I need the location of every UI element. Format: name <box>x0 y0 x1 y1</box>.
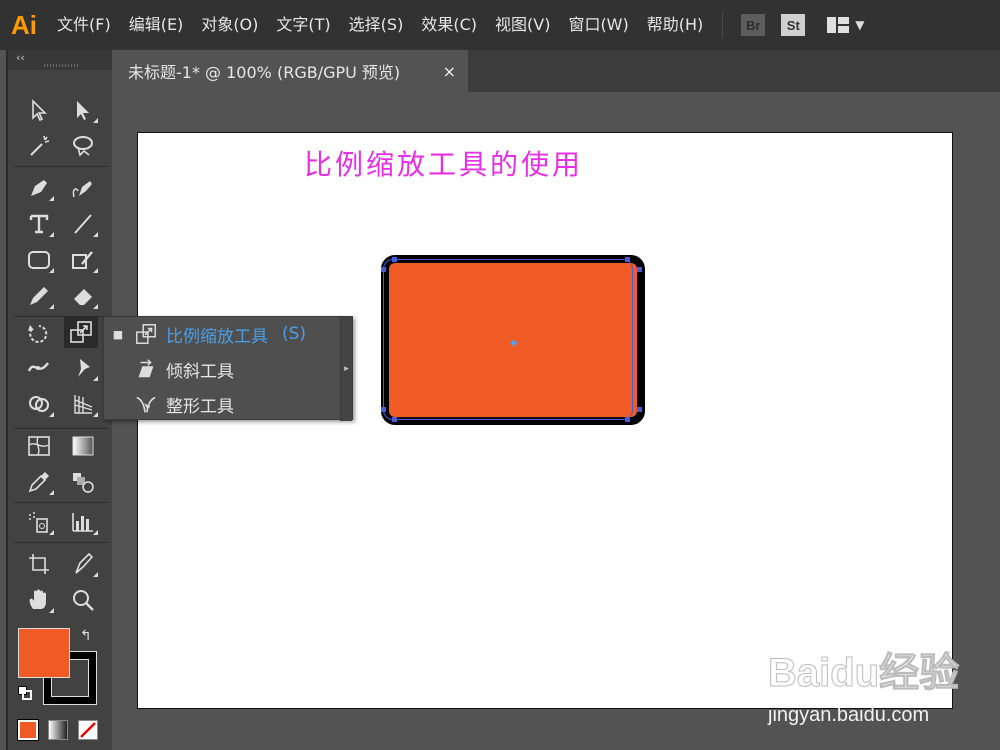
perspective-grid-tool[interactable] <box>66 388 100 420</box>
none-mode-button[interactable] <box>78 720 98 740</box>
anchor-handle[interactable] <box>381 407 386 412</box>
document-tab[interactable]: 未标题-1* @ 100% (RGB/GPU 预览) × <box>114 50 468 92</box>
flyout-item-label: 比例缩放工具 <box>166 326 268 347</box>
eyedropper-tool[interactable] <box>22 466 56 498</box>
scale-tool-flyout: ■ 比例缩放工具 (S) 倾斜工具 整形工具 ▸ <box>103 316 353 421</box>
workspace-icon <box>827 17 850 33</box>
anchor-handle[interactable] <box>637 267 642 272</box>
default-colors-icon[interactable] <box>18 686 32 700</box>
fill-color-swatch[interactable] <box>18 628 70 678</box>
workspace-switcher[interactable]: ▼ <box>827 17 865 33</box>
document-tab-label: 未标题-1* @ 100% (RGB/GPU 预览) <box>128 63 401 82</box>
column-graph-tool[interactable] <box>66 506 100 538</box>
menu-edit[interactable]: 编辑(E) <box>120 0 193 50</box>
hand-tool[interactable] <box>22 584 56 616</box>
scale-icon <box>70 321 92 343</box>
flyout-item-label: 倾斜工具 <box>166 361 234 382</box>
anchor-handle[interactable] <box>625 417 630 422</box>
anchor-handle[interactable] <box>637 407 642 412</box>
flyout-item-scale[interactable]: ■ 比例缩放工具 (S) <box>104 317 340 351</box>
magic-wand-icon <box>30 135 50 156</box>
none-icon <box>80 722 96 738</box>
flyout-item-label: 整形工具 <box>166 396 234 417</box>
app-logo: Ai <box>11 9 37 40</box>
artboard-tool[interactable] <box>22 548 56 580</box>
bridge-button[interactable]: Br <box>741 14 766 36</box>
menu-file[interactable]: 文件(F) <box>48 0 120 50</box>
lasso-icon <box>73 136 93 157</box>
curvature-tool[interactable] <box>66 172 100 204</box>
type-tool[interactable] <box>22 208 56 240</box>
zoom-tool[interactable] <box>66 584 100 616</box>
width-icon <box>27 362 49 372</box>
selected-bullet-icon: ■ <box>112 327 124 341</box>
flyout-item-reshape[interactable]: 整形工具 <box>104 387 340 421</box>
zoom-magnifier-icon <box>73 590 94 611</box>
anchor-handle[interactable] <box>392 417 397 422</box>
collapse-icon[interactable]: ‹‹ <box>16 51 25 64</box>
scale-icon <box>132 320 160 348</box>
paintbrush-tool[interactable] <box>22 280 56 312</box>
tools-panel-header[interactable]: ‹‹ <box>8 50 112 70</box>
menu-type[interactable]: 文字(T) <box>267 0 339 50</box>
watermark-logo: Baidu经验 <box>767 651 960 696</box>
anchor-handle[interactable] <box>625 257 630 262</box>
puppet-warp-tool[interactable] <box>66 352 100 384</box>
magic-wand-tool[interactable] <box>22 130 56 162</box>
document-tab-bar: 未标题-1* @ 100% (RGB/GPU 预览) × <box>114 50 1000 92</box>
gradient-tool[interactable] <box>66 430 100 462</box>
flyout-tearoff-arrow[interactable]: ▸ <box>340 317 352 421</box>
rotate-tool[interactable] <box>22 318 56 350</box>
menu-window[interactable]: 窗口(W) <box>559 0 637 50</box>
lasso-tool[interactable] <box>66 130 100 162</box>
center-point-icon: ✦ <box>508 336 520 352</box>
menu-view[interactable]: 视图(V) <box>486 0 559 50</box>
chevron-down-icon: ▼ <box>855 18 865 32</box>
menu-effect[interactable]: 效果(C) <box>412 0 486 50</box>
direct-selection-tool[interactable] <box>66 94 100 126</box>
watermark-url: jingyan.baidu.com <box>768 704 930 726</box>
rectangle-tool[interactable] <box>22 244 56 276</box>
anchor-handle[interactable] <box>381 267 386 272</box>
grip-icon[interactable] <box>44 64 80 67</box>
slice-tool[interactable] <box>66 548 100 580</box>
shape-builder-tool[interactable] <box>22 388 56 420</box>
menu-help[interactable]: 帮助(H) <box>638 0 713 50</box>
swap-colors-icon[interactable]: ↰ <box>80 628 92 644</box>
line-segment-tool[interactable] <box>66 208 100 240</box>
selection-arrow-icon <box>32 99 47 122</box>
artboard-title-text[interactable]: 比例缩放工具的使用 <box>304 143 583 183</box>
gradient-icon <box>72 436 94 456</box>
reshape-icon <box>132 390 160 418</box>
menu-select[interactable]: 选择(S) <box>340 0 413 50</box>
color-mode-button[interactable] <box>17 719 39 741</box>
stock-button[interactable]: St <box>781 14 806 36</box>
curvature-pen-icon <box>72 181 92 198</box>
blend-tool[interactable] <box>66 466 100 498</box>
shaper-tool[interactable] <box>66 244 100 276</box>
eraser-tool[interactable] <box>66 280 100 312</box>
watermark: Baidu经验 jingyan.baidu.com <box>760 640 1000 730</box>
menu-object[interactable]: 对象(O) <box>192 0 267 50</box>
close-icon[interactable]: × <box>443 62 456 81</box>
pen-tool[interactable] <box>22 172 56 204</box>
tools-panel: ‹‹ ↰ <box>6 50 112 750</box>
blend-icon <box>73 473 94 493</box>
mesh-tool[interactable] <box>22 430 56 462</box>
rotate-icon <box>28 325 48 343</box>
menu-bar: Ai 文件(F) 编辑(E) 对象(O) 文字(T) 选择(S) 效果(C) 视… <box>0 0 1000 50</box>
selection-tool[interactable] <box>22 94 56 126</box>
width-tool[interactable] <box>22 352 56 384</box>
menu-divider <box>722 12 724 38</box>
shear-icon <box>132 355 160 383</box>
flyout-item-shear[interactable]: 倾斜工具 <box>104 352 340 386</box>
scale-tool[interactable] <box>64 316 98 348</box>
gradient-mode-button[interactable] <box>48 720 68 740</box>
artboard-icon <box>29 554 49 574</box>
shortcut-label: (S) <box>282 324 307 344</box>
symbol-sprayer-tool[interactable] <box>22 506 56 538</box>
anchor-handle[interactable] <box>392 257 397 262</box>
mesh-icon <box>28 436 50 456</box>
